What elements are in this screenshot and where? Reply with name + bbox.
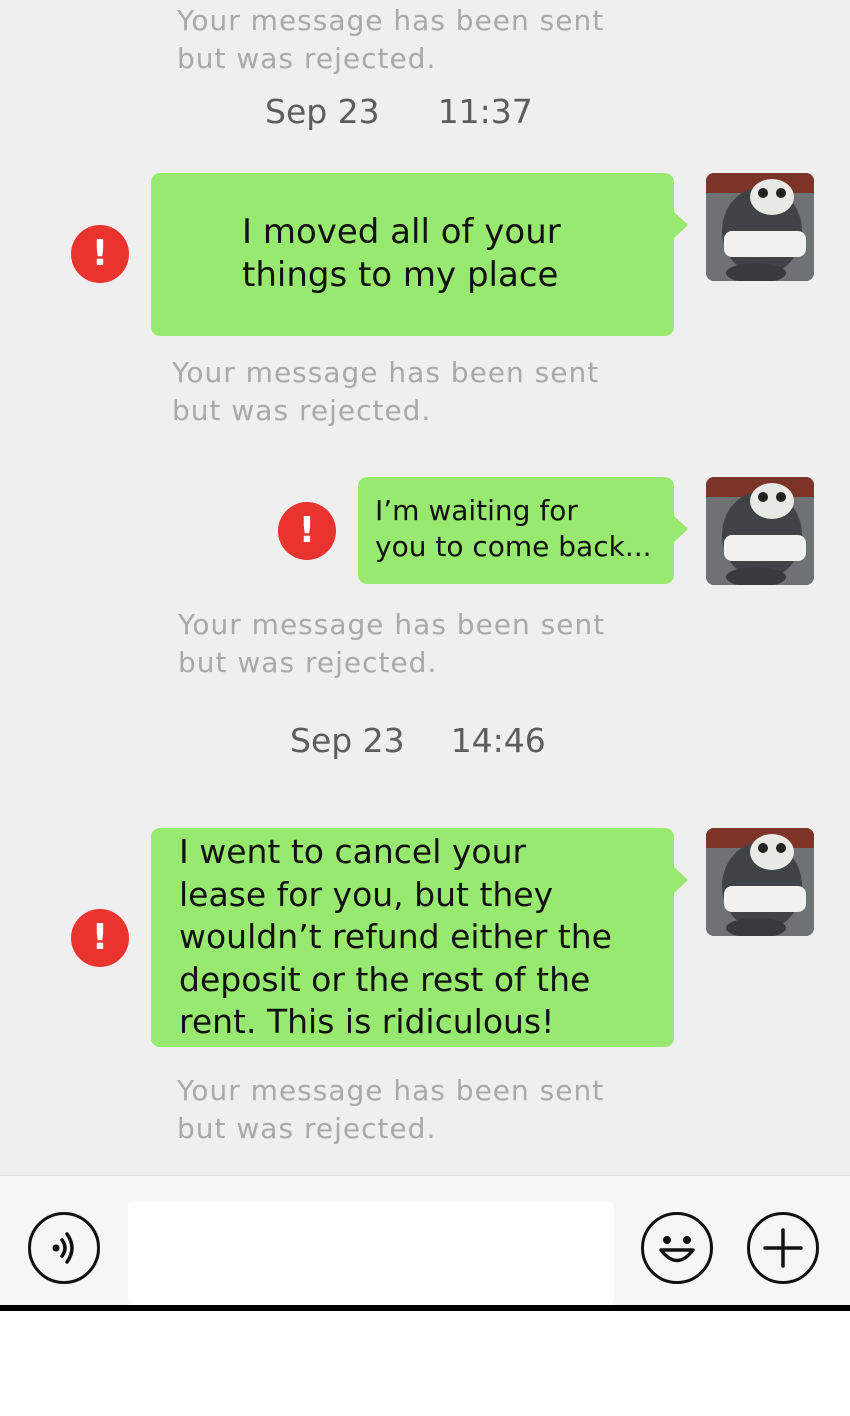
bottom-divider [0,1305,850,1311]
message-bubble[interactable]: I moved all of your things to my place [151,173,688,336]
message-line: I moved all of your [242,212,561,252]
message-line: I’m waiting for [375,494,578,527]
message-bubble[interactable]: I went to cancel your lease for you, but… [151,828,688,1047]
message-line: rent. This is ridiculous! [179,1002,555,1041]
avatar[interactable] [706,173,814,281]
voice-icon [52,1232,74,1264]
message-text: I went to cancel your lease for you, but… [179,831,674,1044]
timestamp-date: Sep 23 [265,92,380,131]
notice-line: Your message has been sent [177,1074,605,1107]
rejected-notice: Your message has been sent but was rejec… [177,1072,604,1148]
panda-plush-avatar-icon [706,173,814,281]
panda-plush-avatar-icon [706,828,814,936]
chat-history: Your message has been sent but was rejec… [0,0,850,1175]
voice-button[interactable] [28,1212,100,1284]
message-input[interactable] [128,1201,614,1305]
emoji-button[interactable] [641,1212,713,1284]
input-bar [0,1175,850,1306]
notice-line: but was rejected. [177,1112,437,1145]
failed-status-icon[interactable]: ! [278,502,336,560]
notice-line: Your message has been sent [178,608,606,641]
message-line: I went to cancel your [179,832,527,871]
rejected-notice: Your message has been sent but was rejec… [177,2,604,78]
timestamp-time: 11:37 [437,92,533,131]
notice-line: Your message has been sent [177,4,605,37]
failed-status-icon[interactable]: ! [71,909,129,967]
avatar[interactable] [706,828,814,936]
timestamp: Sep 23 11:37 [265,92,533,132]
notice-line: but was rejected. [177,42,437,75]
message-line: lease for you, but they [179,874,554,914]
add-button[interactable] [747,1212,819,1284]
avatar[interactable] [706,477,814,585]
emoji-icon [659,1236,695,1263]
notice-line: but was rejected. [172,394,432,427]
plus-icon [763,1228,803,1268]
rejected-notice: Your message has been sent but was rejec… [172,354,599,430]
panda-plush-avatar-icon [706,477,814,585]
notice-line: Your message has been sent [172,356,600,389]
failed-status-icon[interactable]: ! [71,225,129,283]
message-line: wouldn’t refund either the [179,917,612,956]
rejected-notice: Your message has been sent but was rejec… [178,606,605,682]
message-text: I moved all of your things to my place [242,211,674,297]
timestamp-date: Sep 23 [290,721,405,760]
notice-line: but was rejected. [178,646,438,679]
message-line: things to my place [242,255,559,295]
timestamp: Sep 23 14:46 [290,721,546,761]
message-text: I’m waiting for you to come back... [375,493,674,565]
message-line: deposit or the rest of the [179,959,591,999]
timestamp-time: 14:46 [450,721,546,760]
message-bubble[interactable]: I’m waiting for you to come back... [358,477,688,584]
message-line: you to come back... [375,530,652,563]
